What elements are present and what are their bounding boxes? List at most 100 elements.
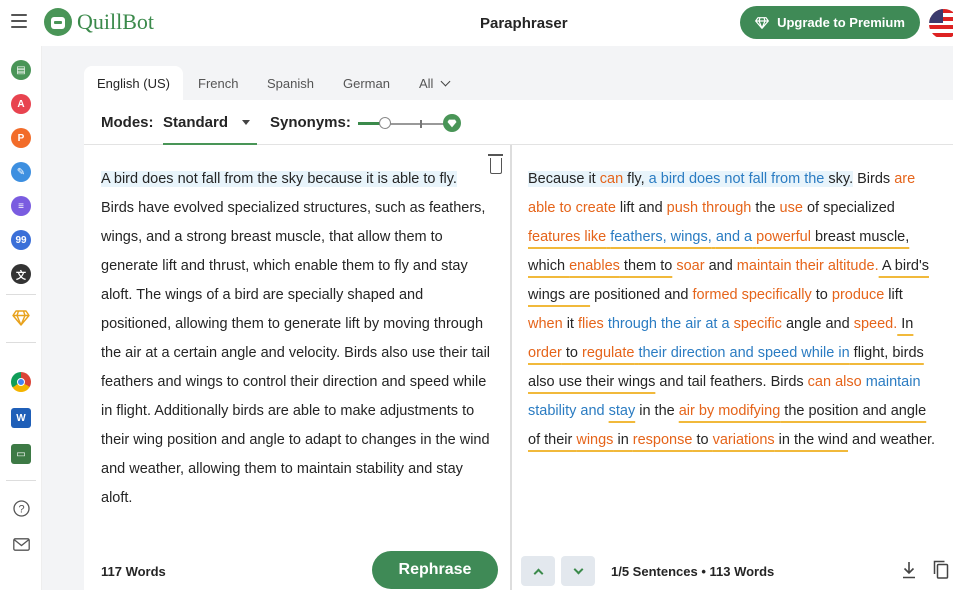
hamburger-menu-icon[interactable] [11, 14, 27, 28]
trash-icon[interactable] [488, 154, 503, 174]
app-name: QuillBot [77, 9, 155, 34]
output-segment: lift and [615, 200, 667, 216]
next-sentence-button[interactable] [561, 556, 595, 586]
output-segment[interactable]: speed. [854, 316, 898, 332]
output-segment: to [561, 345, 583, 361]
chevron-down-icon [441, 76, 451, 86]
pane-divider[interactable] [510, 145, 512, 590]
output-segment[interactable]: produce [832, 287, 884, 303]
output-segment[interactable]: specific [734, 316, 782, 332]
output-segment: the [751, 200, 780, 216]
input-word-count: 117 Words [101, 564, 166, 579]
output-segment[interactable]: formed specifically [692, 287, 811, 303]
output-segment: in [613, 432, 633, 448]
output-segment: which [528, 258, 570, 274]
output-segment[interactable]: use [780, 200, 803, 216]
input-remaining-text: Birds have evolved specialized structure… [101, 200, 491, 506]
output-segment[interactable]: enables [569, 258, 620, 274]
output-segment[interactable]: can [599, 171, 624, 187]
rail-divider [6, 294, 36, 295]
output-segment[interactable]: air by modifying [679, 403, 781, 419]
output-segment[interactable]: a bird does not fall from the [648, 171, 825, 187]
svg-text:?: ? [18, 503, 24, 515]
output-segment: lift [884, 287, 903, 303]
output-segment[interactable]: can also [808, 374, 862, 390]
output-segment[interactable]: order [528, 345, 562, 361]
output-segment[interactable]: powerful [756, 229, 811, 245]
synonyms-slider-handle[interactable] [379, 117, 391, 129]
top-header: QuillBot Paraphraser Upgrade to Premium [0, 0, 953, 46]
tab-all-label: All [419, 75, 434, 91]
word-addin-icon[interactable]: W [11, 408, 31, 428]
rephrase-button[interactable]: Rephrase [372, 551, 498, 589]
output-segment[interactable]: through the air at a [608, 316, 730, 332]
output-segment[interactable]: feathers, wings, [610, 229, 712, 245]
output-segment[interactable]: push through [667, 200, 752, 216]
output-segment: to [692, 432, 713, 448]
tab-spanish[interactable]: Spanish [267, 66, 314, 100]
output-segment: sky. [824, 171, 854, 187]
output-segment: Because it [528, 171, 600, 187]
chrome-extension-icon[interactable] [11, 372, 31, 392]
output-segment[interactable]: and a [716, 229, 752, 245]
sentence-word-count: 1/5 Sentences • 113 Words [611, 564, 775, 579]
output-segment: fly, [623, 171, 649, 187]
tab-french[interactable]: French [198, 66, 238, 100]
co-writer-icon[interactable]: ✎ [11, 162, 31, 182]
output-segment: positioned and [590, 287, 693, 303]
citation-generator-icon[interactable]: 99 [11, 230, 31, 250]
mode-dropdown[interactable]: Standard [163, 112, 257, 145]
output-segment[interactable]: stay [609, 403, 636, 419]
diamond-icon [755, 16, 769, 29]
output-segment[interactable]: create [576, 200, 616, 216]
help-icon[interactable]: ? [11, 498, 31, 518]
output-segment: In [897, 316, 914, 332]
language-tabs: English (US) French Spanish German All [84, 66, 953, 100]
input-pane: A bird does not fall from the sky becaus… [84, 145, 509, 545]
summarizer-icon[interactable]: ≡ [11, 196, 31, 216]
tab-german[interactable]: German [343, 66, 390, 100]
mode-selected-value: Standard [163, 114, 229, 131]
input-textarea[interactable]: A bird does not fall from the sky becaus… [101, 165, 493, 513]
plagiarism-checker-icon[interactable]: P [11, 128, 31, 148]
modes-label: Modes: [101, 114, 154, 131]
mail-icon[interactable] [11, 534, 31, 554]
chevron-up-icon [533, 568, 543, 578]
output-segment[interactable]: response [633, 432, 693, 448]
output-segment: and [704, 258, 737, 274]
desktop-app-icon[interactable]: ▭ [11, 444, 31, 464]
output-segment[interactable]: soar [676, 258, 704, 274]
output-segment[interactable]: regulate [582, 345, 634, 361]
output-segment[interactable]: wings [576, 432, 613, 448]
output-segment: it [562, 316, 578, 332]
upgrade-premium-button[interactable]: Upgrade to Premium [740, 6, 920, 39]
output-segment[interactable]: features like [528, 229, 606, 245]
output-segment: in the [635, 403, 679, 419]
output-segment[interactable]: flies [578, 316, 604, 332]
caret-down-icon [242, 120, 250, 125]
translator-icon[interactable]: 文 [11, 264, 31, 284]
output-segment: Birds [853, 171, 895, 187]
previous-sentence-button[interactable] [521, 556, 555, 586]
grammar-checker-icon[interactable]: A [11, 94, 31, 114]
output-segment[interactable]: maintain their altitude. [737, 258, 879, 274]
output-text[interactable]: Because it can fly, a bird does not fall… [528, 165, 938, 455]
synonyms-premium-icon[interactable] [443, 114, 461, 132]
paraphraser-icon[interactable]: ▤ [11, 60, 31, 80]
rail-divider [6, 342, 36, 343]
output-segment: breast muscle, [810, 229, 910, 245]
tab-all-languages[interactable]: All [419, 66, 451, 100]
output-segment[interactable]: when [528, 316, 563, 332]
copy-icon[interactable] [933, 560, 949, 579]
premium-diamond-icon[interactable] [11, 308, 31, 328]
quillbot-logo-icon [44, 8, 72, 36]
us-flag-icon[interactable] [929, 9, 953, 39]
download-icon[interactable] [902, 561, 916, 579]
output-segment: and tail feathers. Birds [655, 374, 808, 390]
output-segment[interactable]: their direction and speed while in [638, 345, 849, 361]
quillbot-logo[interactable]: QuillBot [44, 8, 154, 36]
output-segment[interactable]: variations [713, 432, 775, 448]
tab-english-us[interactable]: English (US) [84, 66, 183, 100]
rail-divider [6, 480, 36, 481]
output-segment: angle and [781, 316, 854, 332]
